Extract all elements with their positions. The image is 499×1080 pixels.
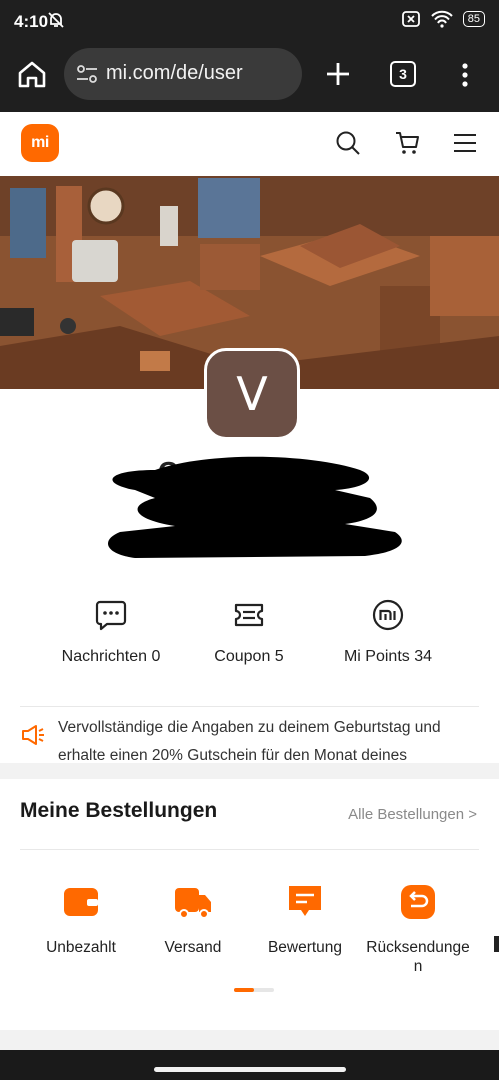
all-orders-link[interactable]: Alle Bestellungen > (348, 806, 477, 823)
bell-muted-icon (48, 12, 64, 28)
more-menu-icon[interactable] (460, 62, 470, 88)
avatar[interactable]: V (204, 348, 300, 440)
url-text: mi.com/de/user (106, 62, 243, 84)
order-shipping[interactable]: Versand (140, 882, 246, 957)
next-item-cutoff (494, 936, 499, 952)
orders-divider (20, 849, 479, 850)
mi-points-icon (372, 599, 404, 631)
hamburger-menu-icon[interactable] (452, 130, 478, 156)
order-shipping-label: Versand (164, 939, 222, 956)
order-review[interactable]: Bewertung (252, 882, 358, 957)
wallet-icon (64, 888, 98, 916)
review-icon (289, 886, 321, 916)
section-divider (20, 706, 479, 707)
messages-stat[interactable]: Nachrichten 0 (36, 598, 186, 666)
order-review-label: Bewertung (267, 939, 343, 956)
chat-bubble-icon (95, 600, 127, 631)
mi-logo[interactable]: mi (21, 124, 59, 162)
status-icons: 85 (401, 10, 485, 28)
mi-points-label: Mi Points 34 (343, 648, 433, 665)
truck-icon (175, 888, 211, 919)
battery-indicator: 85 (462, 11, 485, 27)
birthday-notice[interactable]: Vervollständige die Angaben zu deinem Ge… (58, 714, 478, 770)
order-unpaid[interactable]: Unbezahlt (28, 882, 134, 957)
coupon-stat[interactable]: Coupon 5 (174, 598, 324, 666)
redaction-scribble (108, 456, 402, 558)
order-returns-label: Rücksendungen (366, 939, 470, 975)
system-navigation-bar (0, 1050, 499, 1080)
address-bar[interactable]: mi.com/de/user (64, 48, 302, 100)
tab-switcher-button[interactable]: 3 (390, 61, 416, 87)
search-icon[interactable] (335, 130, 361, 156)
gesture-handle[interactable] (154, 1067, 346, 1072)
wifi-icon (431, 10, 453, 28)
status-time: 4:10 (14, 12, 49, 31)
coupon-label: Coupon 5 (214, 648, 284, 665)
orders-title: Meine Bestellungen (20, 799, 218, 822)
new-tab-icon[interactable] (324, 60, 352, 88)
messages-label: Nachrichten 0 (61, 648, 161, 665)
mi-points-stat[interactable]: Mi Points 34 (313, 598, 463, 666)
orders-scroll-thumb (234, 988, 254, 992)
section-gap (0, 763, 499, 779)
bottom-gap (0, 1030, 499, 1050)
megaphone-icon (22, 725, 44, 745)
site-settings-icon[interactable] (76, 64, 98, 84)
order-returns[interactable]: Rücksendungen (364, 882, 472, 976)
home-icon[interactable] (16, 58, 48, 90)
site-header: mi (0, 112, 499, 176)
no-sim-icon (401, 11, 420, 27)
coupon-icon (234, 603, 264, 627)
browser-chrome: 4:10 85 mi.com/de/user 3 (0, 0, 499, 112)
return-icon (401, 885, 435, 919)
notice-line-1: Vervollständige die Angaben zu deinem Ge… (58, 719, 441, 736)
order-unpaid-label: Unbezahlt (46, 939, 116, 956)
cart-icon[interactable] (394, 130, 420, 156)
